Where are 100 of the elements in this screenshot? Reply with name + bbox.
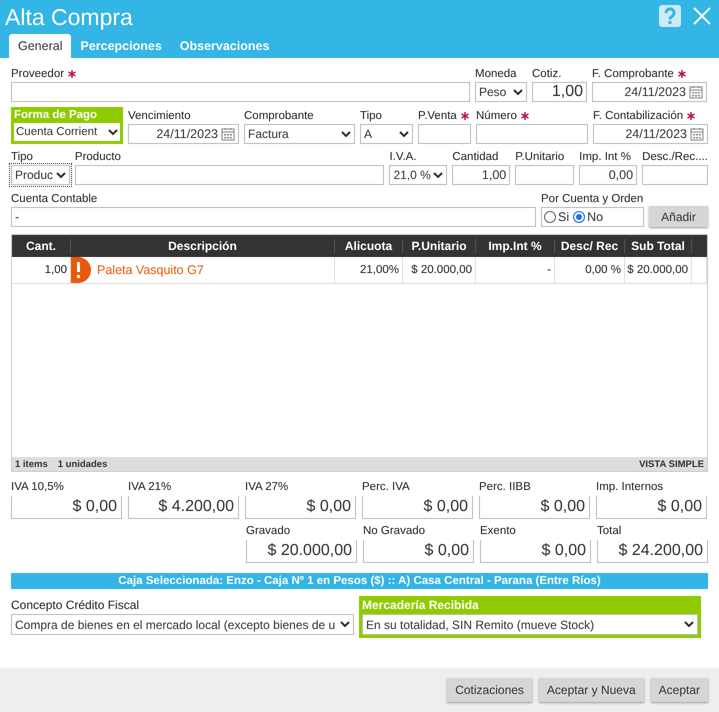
field-label: Proveedor (11, 68, 64, 80)
total-label: No Gravado (363, 525, 426, 539)
field-label: Comprobante (244, 110, 314, 122)
chevron-down-icon (341, 130, 351, 138)
radio-label: No (587, 210, 604, 224)
total-field: $ 20.000,00 (246, 540, 357, 563)
table-cell: - (476, 257, 555, 283)
field-label: Cotiz. (532, 68, 562, 80)
dropdown[interactable]: En su totalidad, SIN Remito (mueve Stock) (362, 614, 698, 635)
input-field[interactable] (476, 124, 588, 144)
dropdown[interactable]: Compra de bienes en el mercado local (excepto bienes de u (11, 614, 354, 635)
action-button[interactable]: Cotizaciones (447, 678, 532, 702)
input-field[interactable] (515, 165, 574, 185)
field-label: Concepto Crédito Fiscal (11, 597, 140, 614)
calendar-icon[interactable] (689, 85, 703, 99)
action-button[interactable]: Aceptar y Nueva (538, 678, 644, 702)
date-field[interactable]: 24/11/2023 (592, 82, 707, 102)
total-field: $ 0,00 (480, 540, 591, 563)
field-label: Por Cuenta y Orden (541, 193, 644, 205)
field-label: P.Venta (418, 110, 457, 122)
input-field[interactable] (418, 124, 471, 144)
field-label: I.V.A. (389, 151, 417, 163)
total-label: IVA 10,5% (11, 481, 65, 495)
total-field: $ 0,00 (363, 540, 474, 563)
date-field[interactable]: 24/11/2023 (593, 124, 708, 144)
units-count: 1 unidades (58, 458, 108, 470)
chevron-down-icon (56, 172, 66, 178)
view-toggle[interactable]: VISTA SIMPLE (639, 458, 704, 470)
dropdown[interactable]: Peso (475, 82, 527, 102)
action-button[interactable]: Aceptar (650, 678, 708, 702)
field-label: Vencimiento (128, 110, 191, 122)
chevron-down-icon (684, 621, 694, 628)
help-icon[interactable] (658, 4, 682, 28)
chevron-down-icon (108, 128, 118, 136)
dropdown[interactable]: 21,0 % (389, 165, 448, 185)
field-label: Producto (74, 151, 121, 163)
input-field[interactable]: 0,00 (579, 165, 638, 185)
field-label: Cuenta Contable (11, 193, 98, 205)
field-label: Número (476, 110, 517, 122)
field-label: P.Unitario (515, 151, 564, 163)
total-field: $ 0,00 (596, 496, 707, 519)
total-field: $ 0,00 (479, 496, 590, 519)
chevron-down-icon (433, 172, 444, 178)
chevron-down-icon (399, 130, 409, 138)
table-cell: $ 20.000,00 (403, 257, 476, 283)
input-field[interactable]: 1,00 (532, 82, 587, 102)
total-label: IVA 27% (245, 481, 290, 495)
product-name: Paleta Vasquito G7 (97, 263, 204, 277)
radio-button[interactable] (544, 211, 556, 223)
radio-label: Si (558, 210, 570, 224)
tab[interactable]: General (9, 34, 72, 58)
input-field[interactable] (642, 165, 708, 185)
total-label: Total (597, 525, 622, 539)
column-header: Desc/ Rec (555, 239, 625, 253)
total-label: Gravado (246, 525, 292, 539)
items-count: 1 items (15, 458, 48, 470)
column-header: Sub Total (625, 239, 692, 253)
input-field[interactable]: 1,00 (452, 165, 510, 185)
total-field: $ 24.200,00 (597, 540, 708, 563)
radio-button[interactable] (573, 211, 586, 223)
chevron-down-icon (340, 621, 350, 628)
table-cell: 0,00 % (555, 257, 625, 283)
total-label: IVA 21% (128, 481, 172, 495)
total-field: $ 0,00 (362, 496, 473, 519)
field-label: Mercadería Recibida (362, 597, 480, 614)
highlighted-label: Forma de Pago (14, 109, 98, 121)
close-icon[interactable] (692, 6, 712, 26)
field-label: F. Contabilización (593, 110, 684, 122)
field-label: Desc./Rec.... (642, 151, 708, 163)
add-button[interactable]: Añadir (649, 206, 708, 227)
column-header: P.Unitario (403, 239, 476, 253)
total-label: Exento (480, 525, 517, 539)
dropdown[interactable]: Factura (244, 124, 355, 144)
column-header: Alicuota (335, 239, 403, 253)
window-title: Alta Compra (5, 4, 134, 30)
input-field[interactable] (11, 82, 470, 102)
table-cell: $ 20.000,00 (625, 257, 692, 283)
input-field[interactable] (74, 165, 384, 185)
field-label: Cantidad (452, 151, 498, 163)
field-label: Moneda (475, 68, 517, 80)
dropdown[interactable]: A (360, 124, 413, 144)
cash-register-bar: Caja Seleccionada: Enzo - Caja Nº 1 en Pesos ($) :: A) Casa Central - Parana (Entre Ríos) (11, 573, 708, 589)
dropdown[interactable]: Produc (11, 165, 70, 185)
total-label: Perc. IIBB (479, 481, 532, 495)
date-field[interactable]: 24/11/2023 (128, 124, 239, 144)
total-label: Imp. Internos (596, 481, 664, 495)
total-label: Perc. IVA (362, 481, 411, 495)
total-field: $ 0,00 (11, 496, 122, 519)
field-label: Tipo (360, 110, 382, 122)
total-field: $ 0,00 (245, 496, 356, 519)
column-header: Descripción (71, 239, 335, 253)
input-field[interactable]: - (11, 207, 536, 227)
field-label: F. Comprobante (592, 68, 674, 80)
calendar-icon[interactable] (690, 127, 704, 141)
calendar-icon[interactable] (221, 127, 235, 141)
dropdown[interactable]: Cuenta Corrient (11, 123, 123, 144)
field-label: Imp. Int % (579, 151, 631, 163)
field-label: Tipo (11, 151, 33, 163)
column-header: Imp.Int % (476, 239, 555, 253)
table-cell: 21,00% (335, 257, 403, 283)
